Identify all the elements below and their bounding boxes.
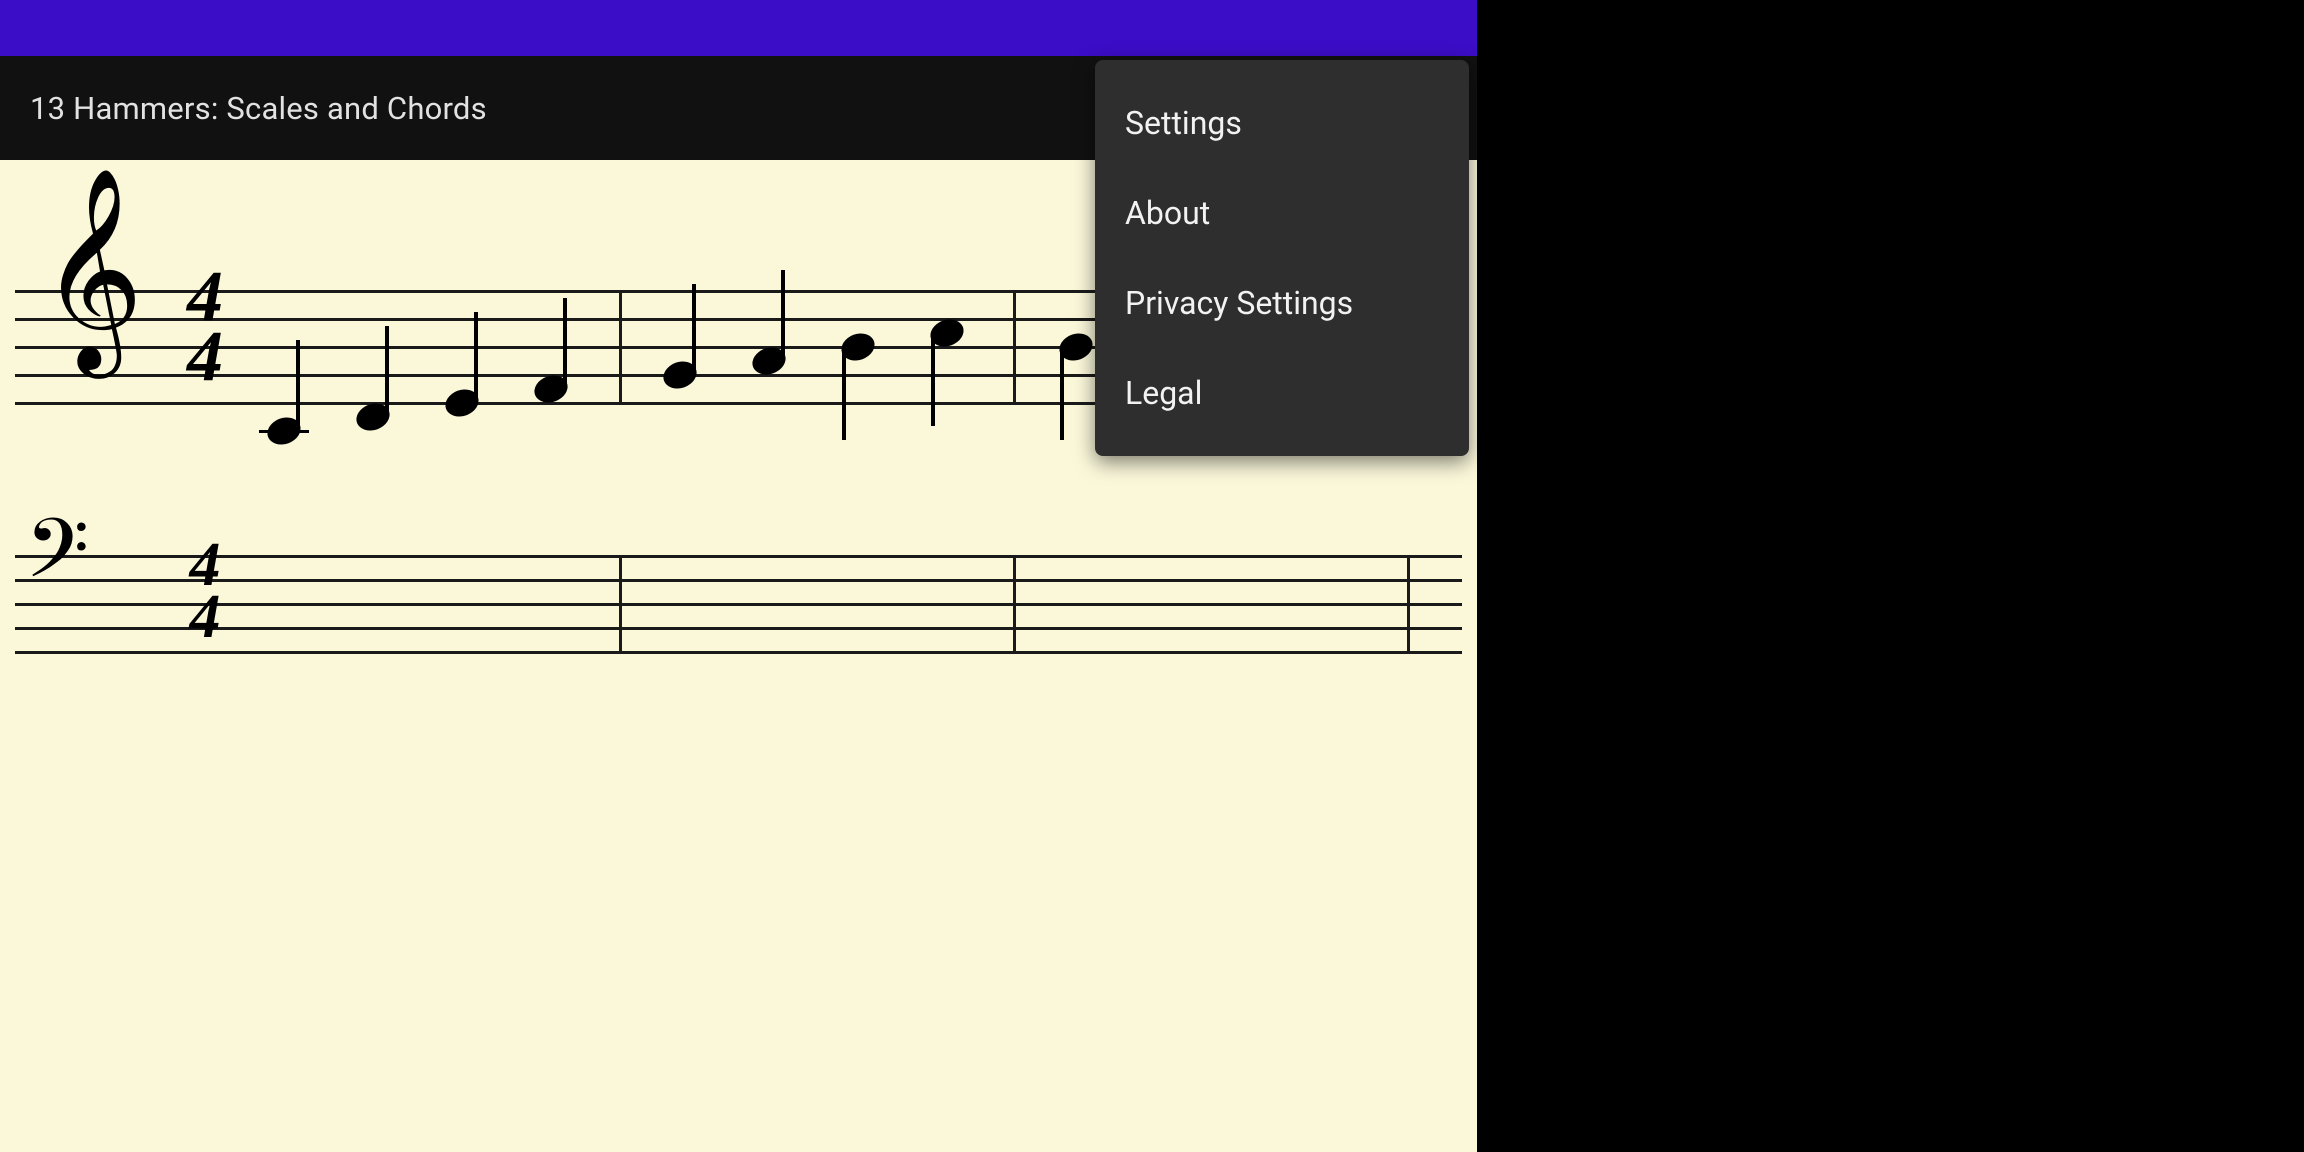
barline [1407, 555, 1410, 654]
timesig-bottom: 4 [175, 591, 235, 643]
barline [1013, 290, 1016, 405]
barline [1013, 555, 1016, 654]
note-stem [931, 334, 935, 426]
app-viewport: 13 Hammers: Scales and Chords 𝄞 4 4 [0, 0, 1477, 1152]
overflow-menu: Settings About Privacy Settings Legal [1095, 60, 1469, 456]
barline [619, 290, 622, 405]
menu-item-settings[interactable]: Settings [1095, 78, 1469, 168]
note-stem [385, 326, 389, 418]
barline [619, 555, 622, 654]
note-stem [296, 340, 300, 432]
note-stem [692, 284, 696, 376]
note-stem [781, 270, 785, 362]
note-stem [1060, 348, 1064, 440]
treble-clef-icon: 𝄞 [40, 182, 143, 357]
note-stem [842, 348, 846, 440]
time-signature: 4 4 [175, 539, 235, 643]
time-signature: 4 4 [175, 266, 235, 386]
note-stem [474, 312, 478, 404]
timesig-bottom: 4 [175, 326, 235, 386]
status-bar [0, 0, 1477, 56]
staff-line [15, 651, 1462, 654]
app-title: 13 Hammers: Scales and Chords [30, 90, 487, 127]
note-stem [563, 298, 567, 390]
menu-item-about[interactable]: About [1095, 168, 1469, 258]
menu-item-legal[interactable]: Legal [1095, 348, 1469, 438]
bass-clef-icon: 𝄢 [25, 510, 89, 610]
menu-item-privacy-settings[interactable]: Privacy Settings [1095, 258, 1469, 348]
